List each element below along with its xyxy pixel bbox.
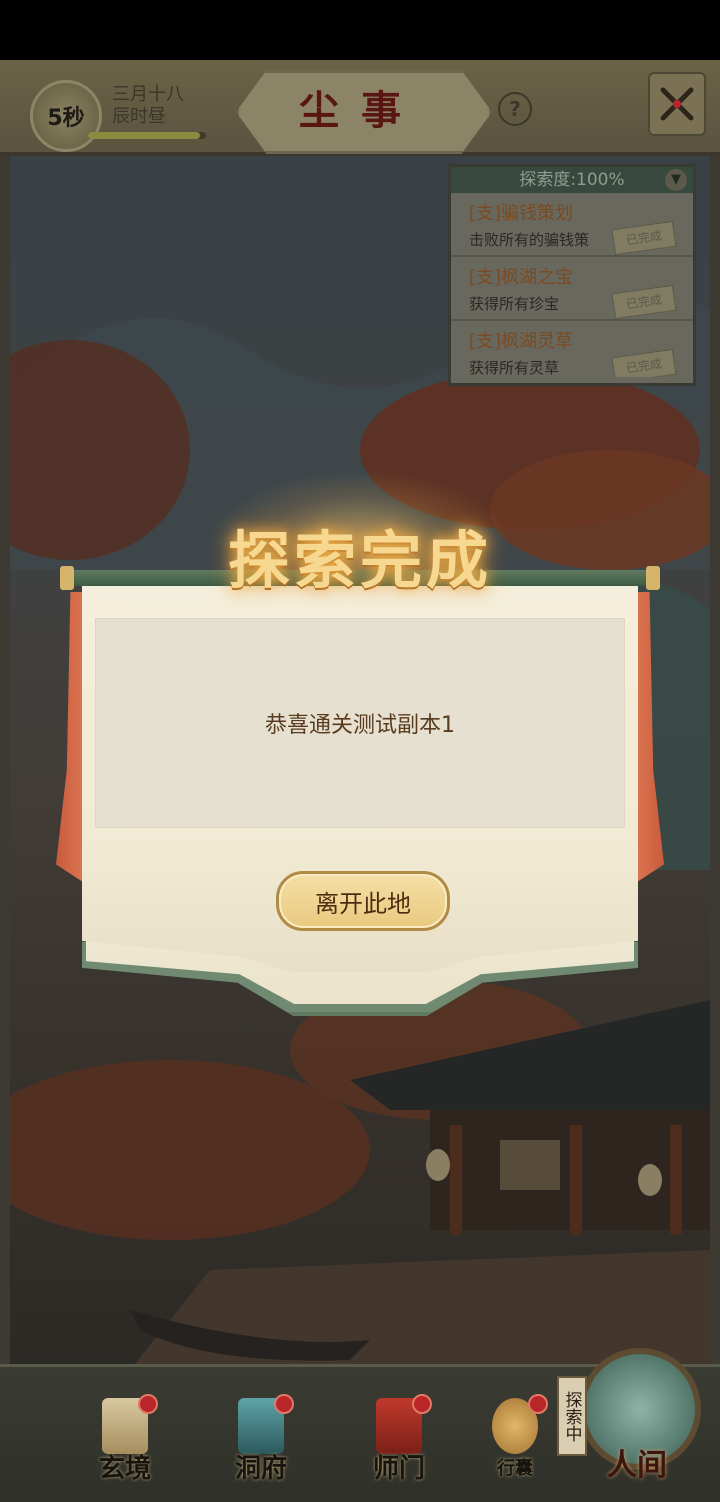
notification-dot	[274, 1394, 294, 1414]
timer-badge: 5秒	[30, 80, 102, 152]
notification-dot	[528, 1394, 548, 1414]
exploration-progress: 探索度:100%	[519, 170, 625, 190]
nav-label: 洞府	[234, 1454, 287, 1484]
completed-stamp: 已完成	[611, 220, 677, 256]
completed-stamp: 已完成	[611, 348, 677, 377]
help-button[interactable]: ?	[498, 92, 532, 126]
quest-item[interactable]: [支]枫湖之宝 获得所有珍宝 已完成	[451, 257, 693, 321]
exploring-tag: 探索中	[557, 1376, 587, 1456]
quest-desc: 获得所有珍宝	[469, 295, 560, 313]
time-period-label: 辰时昼	[112, 106, 166, 127]
time-progress-bar	[88, 132, 206, 139]
rod-cap-left	[60, 566, 74, 590]
quest-title: [支]骗钱策划	[469, 203, 574, 224]
rod-cap-right	[646, 566, 660, 590]
modal-title: 探索完成	[227, 524, 492, 597]
leave-button[interactable]: 离开此地	[276, 871, 450, 931]
quest-item[interactable]: [支]枫湖灵草 获得所有灵草 已完成	[451, 321, 693, 377]
exploration-header: 探索度:100% ▼	[451, 167, 693, 193]
quest-desc: 击败所有的骗钱策	[469, 231, 590, 249]
nav-label: 玄境	[98, 1454, 151, 1484]
nav-label: 师门	[372, 1454, 425, 1484]
nav-item-xingnang[interactable]: 行囊	[470, 1390, 560, 1486]
close-icon	[660, 87, 694, 121]
result-message: 恭喜通关测试副本1	[95, 618, 625, 828]
quest-item[interactable]: [支]骗钱策划 击败所有的骗钱策 已完成	[451, 193, 693, 257]
nav-item-xuanjing[interactable]: 玄境	[80, 1390, 170, 1486]
page-title: 尘事	[299, 87, 423, 134]
quest-title: [支]枫湖灵草	[469, 331, 574, 352]
notification-dot	[412, 1394, 432, 1414]
time-progress-fill	[88, 132, 201, 139]
notification-dot	[138, 1394, 158, 1414]
world-label: 人间	[607, 1448, 667, 1483]
quest-title: [支]枫湖之宝	[469, 267, 574, 288]
message-text: 恭喜通关测试副本1	[265, 713, 455, 738]
nav-item-dongfu[interactable]: 洞府	[216, 1390, 306, 1486]
collapse-icon[interactable]: ▼	[665, 169, 687, 191]
nav-item-shimen[interactable]: 师门	[354, 1390, 444, 1486]
nav-label: 行囊	[497, 1458, 533, 1479]
completed-stamp: 已完成	[611, 284, 677, 320]
quest-desc: 获得所有灵草	[469, 359, 560, 377]
world-button[interactable]: 探索中 人间	[555, 1340, 705, 1490]
top-bar: 5秒 三月十八 辰时昼 尘事 ?	[0, 60, 720, 156]
quest-panel: 探索度:100% ▼ [支]骗钱策划 击败所有的骗钱策 已完成 [支]枫湖之宝 …	[448, 164, 696, 386]
close-button[interactable]	[648, 72, 706, 136]
